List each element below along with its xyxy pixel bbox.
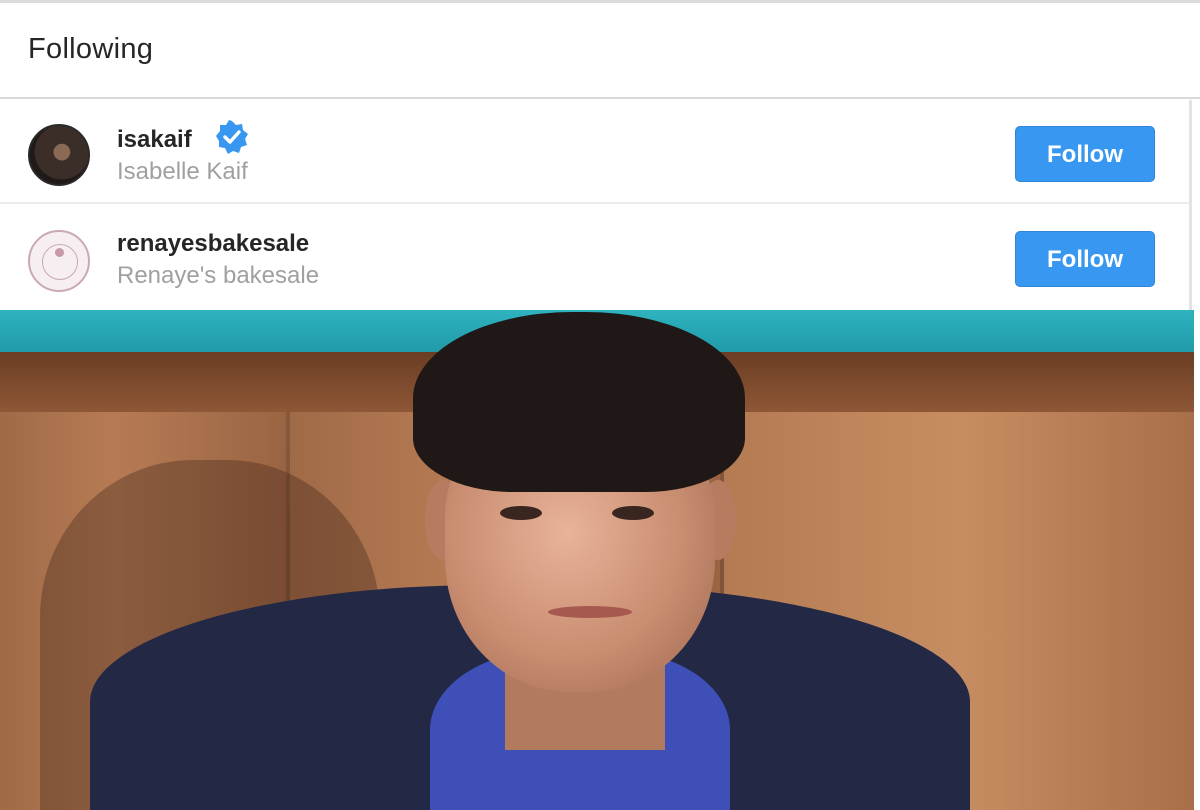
follow-button[interactable]: Follow — [1015, 231, 1155, 287]
verified-badge-icon — [216, 120, 248, 154]
person-eye — [612, 506, 654, 520]
following-list: isakaif Isabelle Kaif Follow renayesbake… — [0, 100, 1192, 310]
person-eye — [500, 506, 542, 520]
avatar[interactable] — [28, 230, 90, 292]
avatar-logo-dot — [55, 248, 64, 257]
list-item[interactable]: isakaif Isabelle Kaif Follow — [0, 100, 1189, 204]
post-photo — [0, 310, 1194, 810]
avatar[interactable] — [28, 124, 90, 186]
username[interactable]: renayesbakesale — [117, 230, 309, 258]
follow-button[interactable]: Follow — [1015, 126, 1155, 182]
following-header: Following — [0, 3, 1200, 99]
list-item[interactable]: renayesbakesale Renaye's bakesale Follow — [0, 206, 1189, 310]
full-name: Isabelle Kaif — [117, 158, 248, 185]
person-hair — [413, 312, 745, 492]
username[interactable]: isakaif — [117, 126, 192, 154]
person-mouth — [548, 606, 632, 618]
page-title: Following — [28, 33, 154, 65]
full-name: Renaye's bakesale — [117, 262, 320, 289]
